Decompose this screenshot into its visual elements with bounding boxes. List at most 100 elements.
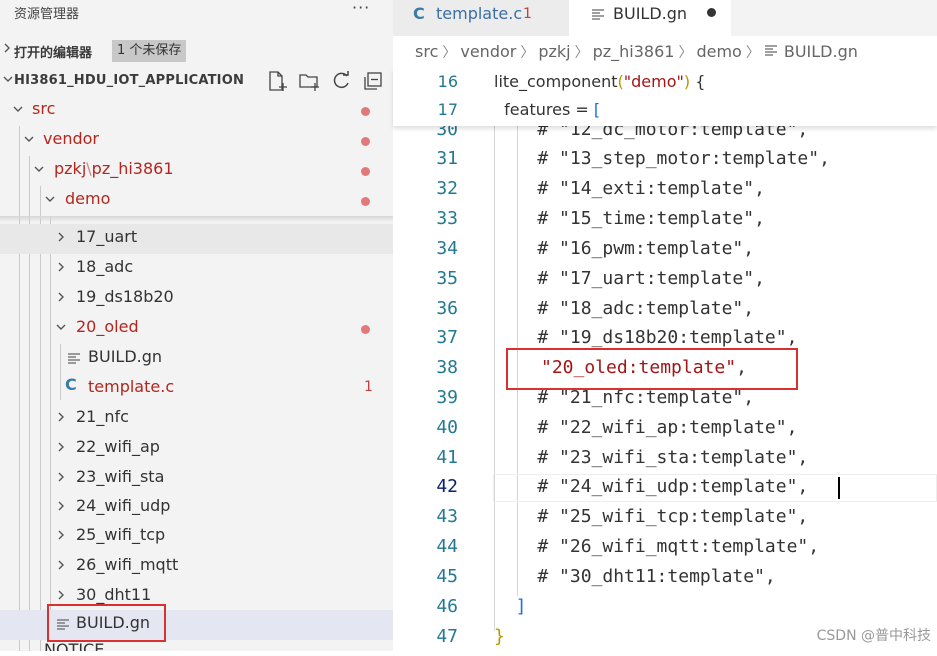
chevron-down-icon [43,191,57,205]
code-bracket: [ [593,100,601,119]
breadcrumb-item[interactable]: BUILD.gn [784,42,858,61]
tree-folder-demo[interactable]: demo [0,186,393,216]
code-text: # "13_step_motor:template", [494,148,830,169]
chevron-right-icon [2,42,12,57]
text-file-icon [591,7,605,26]
line-number: 47 [436,626,458,647]
line-number: 35 [436,268,458,289]
code-line[interactable]: 34 # "16_pwm:template", [393,238,937,268]
breadcrumb-item[interactable]: src [415,42,438,61]
new-folder-icon[interactable] [298,70,320,96]
code-text: # "30_dht11:template", [494,566,776,587]
line-number: 33 [436,208,458,229]
tree-item-label: pzkj [54,159,87,178]
tree-item-label: pz_hi3861 [91,159,174,178]
tree-item-label: 17_uart [76,227,138,246]
new-file-icon[interactable] [266,70,288,96]
breadcrumb-item[interactable]: pzkj [538,42,570,61]
tree-folder-pzkj[interactable]: pzkj\pz_hi3861 [0,156,393,186]
tree-item-label: 20_oled [76,317,139,336]
code-text: { [690,72,706,91]
code-line[interactable]: 43 # "25_wifi_tcp:template", [393,506,937,536]
unsaved-dot-icon[interactable] [707,8,716,17]
code-line[interactable]: 33 # "15_time:template", [393,208,937,238]
tab-build-gn[interactable]: BUILD.gn [569,0,731,36]
line-number: 45 [436,566,458,587]
text-file-icon [764,43,778,62]
project-name: HI3861_HDU_IOT_APPLICATION [14,73,245,88]
tree-folder-vendor[interactable]: vendor [0,126,393,156]
collapse-all-icon[interactable] [362,70,384,96]
tree-file-template-c[interactable]: C template.c 1 [0,374,393,404]
chevron-down-icon [11,101,25,115]
sticky-shadow [0,216,393,222]
tree-item-label: 30_dht11 [76,585,152,604]
chevron-down-icon [54,319,68,333]
code-text: features = [494,100,594,119]
chevron-right-icon [54,259,68,273]
breadcrumb: src 〉 vendor 〉 pzkj 〉 pz_hi3861 〉 demo 〉 BUILD.gn [415,42,858,62]
refresh-icon[interactable] [330,70,352,96]
breadcrumb-item[interactable]: vendor [460,42,516,61]
tree-item-label: BUILD.gn [88,347,163,366]
open-editors-section[interactable]: 打开的编辑器 1 个未保存 [0,38,393,64]
tree-item-label: 26_wifi_mqtt [76,555,179,574]
tree-item-label: 25_wifi_tcp [76,525,166,544]
line-number: 41 [436,447,458,468]
code-line[interactable]: 44 # "26_wifi_mqtt:template", [393,536,937,566]
breadcrumb-item[interactable]: pz_hi3861 [593,42,675,61]
code-text: # "19_ds18b20:template", [494,327,798,348]
code-line[interactable]: 16 lite_component("demo") { [393,70,937,100]
tree-folder-24-wifi-udp[interactable]: 24_wifi_udp [0,493,393,523]
code-line[interactable]: 32 # "14_exti:template", [393,178,937,208]
unsaved-badge: 1 个未保存 [112,40,187,62]
tree-folder-26-wifi-mqtt[interactable]: 26_wifi_mqtt [0,552,393,582]
tree-folder-18-adc[interactable]: 18_adc [0,254,393,284]
project-section[interactable]: HI3861_HDU_IOT_APPLICATION [0,68,393,94]
tree-folder-23-wifi-sta[interactable]: 23_wifi_sta [0,464,393,494]
tree-folder-19-ds18b20[interactable]: 19_ds18b20 [0,284,393,314]
tree-file-build-gn-inner[interactable]: BUILD.gn [0,344,393,374]
breadcrumb-item[interactable]: demo [696,42,741,61]
modified-dot [361,167,370,176]
code-text: lite_component [494,72,618,91]
tab-template-c[interactable]: C template.c 1 [393,0,569,36]
code-text: # "22_wifi_ap:template", [494,417,798,438]
chevron-down-icon [22,131,36,145]
tree-folder-22-wifi-ap[interactable]: 22_wifi_ap [0,434,393,464]
code-line[interactable]: 35 # "17_uart:template", [393,268,937,298]
sticky-scroll: 16 lite_component("demo") { 17 features … [393,68,937,126]
code-line[interactable]: 40 # "22_wifi_ap:template", [393,417,937,447]
tree-folder-21-nfc[interactable]: 21_nfc [0,404,393,434]
code-line[interactable]: 42 # "24_wifi_udp:template", [393,476,937,506]
tree-folder-20-oled[interactable]: 20_oled [0,314,393,344]
code-line[interactable]: 39 # "21_nfc:template", [393,387,937,417]
line-number: 46 [436,596,458,617]
chevron-down-icon [32,161,46,175]
line-number: 34 [436,238,458,259]
code-line[interactable]: 41 # "23_wifi_sta:template", [393,447,937,477]
tree-item-label: src [32,99,56,118]
tree-item-label: 21_nfc [76,407,129,426]
c-file-icon: C [65,375,77,394]
tree-folder-17-uart[interactable]: 17_uart [0,224,393,254]
code-text: # "15_time:template", [494,208,765,229]
more-actions-icon[interactable]: ··· [352,0,370,17]
chevron-right-icon [54,498,68,512]
code-line[interactable]: 36 # "18_adc:template", [393,298,937,328]
chevron-right-icon [54,557,68,571]
code-line[interactable]: 46 ] [393,596,937,626]
tree-folder-25-wifi-tcp[interactable]: 25_wifi_tcp [0,522,393,552]
tree-folder-src[interactable]: src [0,96,393,126]
open-editors-label: 打开的编辑器 [14,46,93,61]
chevron-right-icon [54,289,68,303]
line-number: 39 [436,387,458,408]
code-line[interactable]: 31 # "13_step_motor:template", [393,148,937,178]
code-text: # "14_exti:template", [494,178,765,199]
modified-dot [361,137,370,146]
code-line[interactable]: 45 # "30_dht11:template", [393,566,937,596]
chevron-right-icon [54,587,68,601]
code-line[interactable]: 17 features = [ [393,98,937,128]
explorer-panel: 资源管理器 ··· 打开的编辑器 1 个未保存 HI3861_HDU_IOT_A… [0,0,393,651]
explorer-title: 资源管理器 [14,7,80,22]
